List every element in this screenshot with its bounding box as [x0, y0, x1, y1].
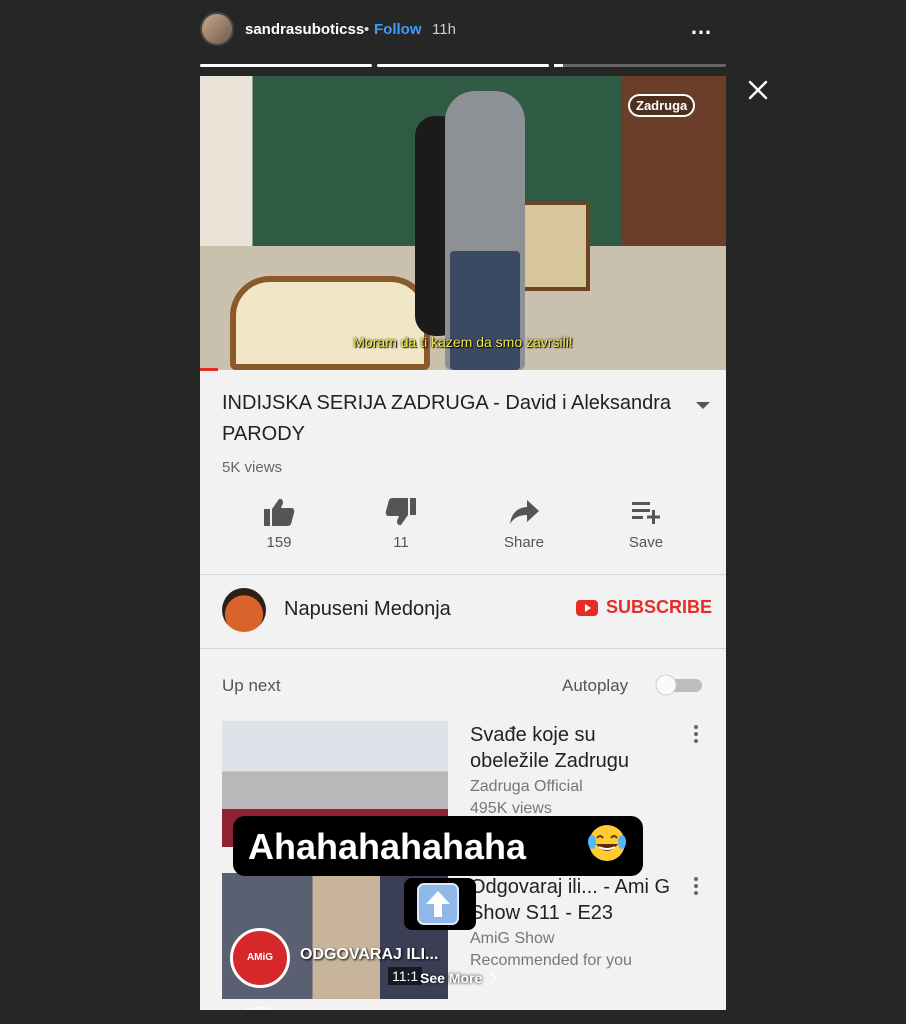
up-next-label: Up next	[222, 676, 281, 695]
story-progress-3-fill	[554, 64, 563, 67]
subscribe-label: SUBSCRIBE	[606, 597, 713, 617]
video-armchair	[230, 276, 430, 370]
thumbnail-text: ODGOVARAJ ILI...	[300, 946, 439, 963]
story-progress-2	[377, 64, 549, 67]
separator-dot: •	[364, 21, 370, 38]
save-button[interactable]: Save	[601, 496, 691, 551]
channel-avatar[interactable]	[222, 588, 266, 632]
autoplay-toggle[interactable]	[654, 674, 704, 696]
dislike-count: 11	[393, 534, 409, 551]
up-next-meta: Recommended for you	[470, 952, 632, 969]
like-button[interactable]: 159	[234, 496, 324, 551]
sticker-text: Ahahahahahaha	[248, 826, 527, 867]
kebab-menu-icon[interactable]	[690, 876, 702, 896]
divider	[200, 574, 726, 575]
chevron-right-icon	[490, 972, 498, 984]
video-channel-logo: Zadruga	[628, 94, 696, 117]
video-subtitle: Moram da ti kazem da smo zavrsili!	[353, 334, 573, 350]
kebab-menu-icon[interactable]	[690, 724, 702, 744]
up-next-channel: AmiG Show	[470, 930, 555, 947]
video-title: INDIJSKA SERIJA ZADRUGA - David i Aleksa…	[222, 392, 672, 445]
like-count: 159	[266, 534, 292, 551]
close-icon[interactable]	[742, 74, 774, 106]
thumbs-up-icon	[264, 498, 295, 526]
video-chair	[520, 201, 590, 291]
video-player[interactable]: Zadruga Moram da ti kazem da smo zavrsil…	[200, 76, 726, 370]
share-label: Share	[503, 534, 545, 551]
share-button[interactable]: Share	[479, 496, 569, 551]
up-next-channel: Zadruga Official	[470, 778, 583, 795]
view-count: 5K views	[222, 459, 283, 476]
youtube-play-icon	[576, 599, 598, 616]
thumbs-down-icon	[385, 498, 416, 526]
share-arrow-icon	[510, 500, 539, 524]
up-next-title[interactable]: Svađe koje su obeležile Zadrugu	[470, 722, 680, 774]
see-more-button[interactable]: See More	[420, 970, 498, 986]
up-next-title[interactable]: Odgovaraj ili... - Ami G Show S11 - E23	[470, 874, 680, 926]
save-label: Save	[628, 534, 664, 551]
video-person-legs	[450, 251, 520, 370]
tears-of-joy-emoji	[588, 825, 626, 861]
subscribe-button[interactable]: SUBSCRIBE	[576, 597, 712, 618]
up-arrow-icon	[417, 883, 459, 925]
thumbnail-logo: AMiG SHOW	[230, 928, 290, 1010]
username[interactable]: sandrasuboticss	[245, 21, 364, 38]
video-duration: 11:1	[388, 967, 423, 985]
story-progress-1	[200, 64, 372, 67]
avatar[interactable]	[200, 12, 234, 46]
autoplay-label: Autoplay	[562, 676, 629, 695]
more-options-icon[interactable]: …	[690, 14, 713, 40]
channel-name[interactable]: Napuseni Medonja	[284, 598, 451, 621]
playlist-add-icon	[632, 502, 660, 524]
story-time: 11h	[432, 21, 456, 38]
follow-button[interactable]: Follow	[374, 21, 422, 38]
divider	[200, 648, 726, 649]
dislike-button[interactable]: 11	[356, 496, 446, 551]
story-progress-3	[554, 64, 726, 67]
chevron-down-icon[interactable]	[694, 398, 712, 412]
see-more-label: See More	[420, 970, 483, 986]
video-progress-bar[interactable]	[200, 368, 218, 371]
